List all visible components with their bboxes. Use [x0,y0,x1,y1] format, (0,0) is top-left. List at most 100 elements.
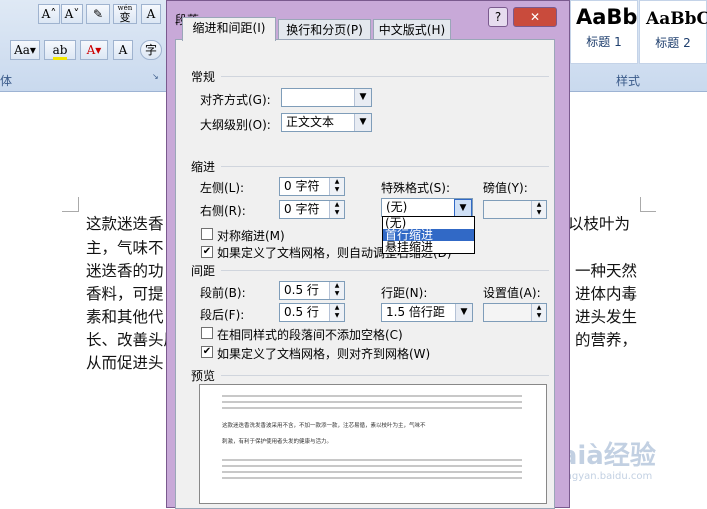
special-format-dropdown: (无) 首行缩进 悬挂缩进 [382,216,475,254]
space-before-label: 段前(B): [200,286,246,300]
indent-right-label: 右侧(R): [200,204,246,218]
at-value-spinner[interactable]: ▲ ▼ [483,303,547,322]
preview-heading: 预览 [191,369,216,383]
space-after-spinner[interactable]: 0.5 行 ▲ ▼ [279,303,345,322]
margin-mark [62,211,78,212]
doc-line-right: 以枝叶为 [568,215,631,233]
chevron-down-icon: ▼ [354,114,371,131]
tab-asian-typography[interactable]: 中文版式(H) [373,19,451,41]
preview-prev-para [222,401,522,403]
indent-right-spinner[interactable]: 0 字符 ▲ ▼ [279,200,345,219]
doc-line-left: 这款迷迭香 [86,215,164,233]
enclose-char-button[interactable]: 字 [140,40,162,60]
tab-indents-spacing[interactable]: 缩进和间距(I) [182,17,276,41]
spin-arrows-icon: ▲ ▼ [329,178,344,195]
doc-line-left: 主，气味不 [86,239,164,257]
spin-arrows-icon: ▲ ▼ [531,304,546,321]
style-name: 标题 2 [655,36,691,50]
section-divider [221,270,549,271]
dropdown-option[interactable]: 悬挂缩进 [383,241,474,253]
shrink-font-button[interactable]: A˅ [61,4,83,24]
style-heading-1[interactable]: AaBb 标题 1 [570,0,638,64]
preview-next-para [222,471,522,473]
dialog-launcher-icon[interactable]: ↘ [152,72,162,82]
spin-arrows-icon: ▲ ▼ [329,201,344,218]
outline-level-value: 正文文本 [286,115,335,129]
at-value-label: 设置值(A): [483,286,541,300]
spacing-heading: 间距 [191,264,216,278]
auto-adjust-indent-checkbox[interactable]: ✔ [201,246,213,258]
space-before-spinner[interactable]: 0.5 行 ▲ ▼ [279,281,345,300]
chevron-down-icon: ▼ [455,304,472,321]
doc-line-right: 一种天然 [575,262,638,280]
preview-box: 这款迷迭香洗发香波采用不含，不加一款添一款，注芯易循，素以枝叶为主，气味不 刺激… [199,384,547,504]
preview-sample-line: 刺激，有利于保护使用者头发的健康与活力。 [222,439,333,445]
no-space-same-style-checkbox[interactable] [201,327,213,339]
highlighter-icon: ab [52,43,68,60]
help-button[interactable]: ? [488,7,508,27]
tab-line-page-breaks[interactable]: 换行和分页(P) [278,19,371,41]
line-spacing-label: 行距(N): [381,286,428,300]
preview-next-para [222,477,522,479]
styles-group-label: 样式 [616,74,641,88]
indentation-heading: 缩进 [191,160,216,174]
doc-line-right: 进头发生 [575,308,638,326]
change-case-button[interactable]: Aa▾ [10,40,40,60]
margin-mark [640,211,656,212]
doc-line-left: 香料，可提 [86,285,164,303]
eraser-icon: ✎ [92,7,104,21]
char-shading-button[interactable]: A [113,40,133,60]
special-format-label: 特殊格式(S): [381,181,451,195]
doc-line-left: 素和其他代 [86,308,164,326]
font-color-button[interactable]: A▾ [80,40,108,60]
outline-level-select[interactable]: 正文文本 ▼ [281,113,372,132]
style-sample: AaBbC [646,9,707,29]
close-icon: ✕ [529,10,541,24]
mirror-indents-checkbox[interactable] [201,228,213,240]
measure-spinner[interactable]: ▲ ▼ [483,200,547,219]
snap-to-grid-label: 如果定义了文档网格，则对齐到网格(W) [217,347,431,361]
chevron-down-icon: ▼ [354,89,371,106]
special-format-value: (无) [386,200,408,214]
alignment-label: 对齐方式(G): [200,93,271,107]
section-divider [221,76,549,77]
font-group-label: 体 [0,74,13,88]
watermark-url: jingyan.baidu.com [560,471,653,482]
highlight-button[interactable]: ab [44,40,76,60]
spin-arrows-icon: ▲ ▼ [531,201,546,218]
space-after-value: 0.5 行 [284,305,319,319]
space-before-value: 0.5 行 [284,283,319,297]
snap-to-grid-checkbox[interactable]: ✔ [201,346,213,358]
style-name: 标题 1 [586,35,622,49]
style-heading-2[interactable]: AaBbC 标题 2 [639,0,707,64]
outline-level-label: 大纲级别(O): [200,118,271,132]
style-sample: AaBb [576,5,638,29]
section-divider [221,166,549,167]
indent-left-label: 左侧(L): [200,181,245,195]
spin-arrows-icon: ▲ ▼ [329,282,344,299]
close-button[interactable]: ✕ [513,7,557,27]
indent-right-value: 0 字符 [284,202,320,216]
general-heading: 常规 [191,70,216,84]
line-spacing-select[interactable]: 1.5 倍行距 ▼ [381,303,473,322]
alignment-select[interactable]: ▼ [281,88,372,107]
phonetic-char: 变 [119,11,131,24]
preview-prev-para [222,395,522,397]
spin-arrows-icon: ▲ ▼ [329,304,344,321]
grow-font-button[interactable]: A˄ [38,4,60,24]
clear-format-button[interactable]: ✎ [86,4,110,24]
paragraph-dialog: 段落 ? ✕ 缩进和间距(I) 换行和分页(P) 中文版式(H) 常规 对齐方式… [166,0,570,509]
preview-sample-line: 这款迷迭香洗发香波采用不含，不加一款添一款，注芯易循，素以枝叶为主，气味不 [222,423,426,429]
indent-left-value: 0 字符 [284,179,320,193]
preview-next-para [222,459,522,461]
section-divider [221,375,549,376]
margin-mark [78,197,79,212]
phonetic-guide-button[interactable]: wén 变 [113,4,137,24]
special-format-select[interactable]: (无) ▼ [381,198,473,218]
char-border-button[interactable]: A [141,4,161,24]
line-spacing-value: 1.5 倍行距 [386,305,445,319]
preview-next-para [222,465,522,467]
indent-left-spinner[interactable]: 0 字符 ▲ ▼ [279,177,345,196]
doc-line-left: 从而促进头 [86,354,164,372]
margin-mark [640,197,641,212]
